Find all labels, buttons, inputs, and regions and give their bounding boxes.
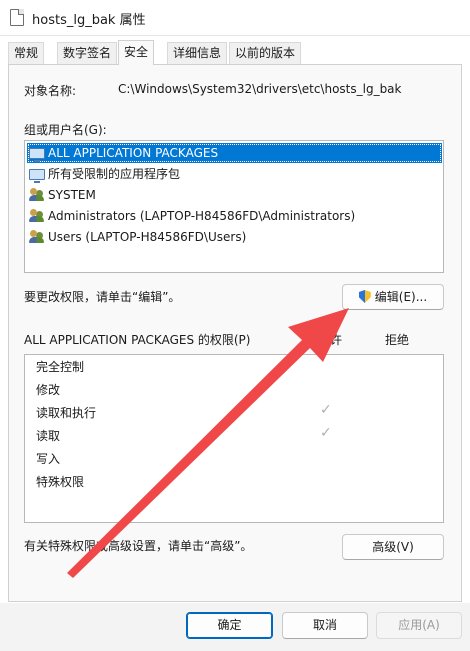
- tab-previous-versions[interactable]: 以前的版本: [229, 42, 302, 64]
- list-item-label: 所有受限制的应用程序包: [48, 167, 181, 181]
- tab-general[interactable]: 常规: [8, 42, 45, 64]
- list-item-label: ALL APPLICATION PACKAGES: [48, 146, 219, 160]
- allow-check-icon: ✓: [320, 402, 332, 418]
- permission-modify: 修改: [36, 383, 61, 397]
- deny-column-header: 拒绝: [385, 333, 410, 347]
- tab-strip: 常规 数字签名 安全 详细信息 以前的版本: [8, 40, 462, 65]
- ok-button[interactable]: 确定: [186, 612, 273, 639]
- list-item-restricted-app-packages[interactable]: 所有受限制的应用程序包: [29, 164, 180, 184]
- list-item-label: Administrators (LAPTOP-H84586FD\Administ…: [48, 209, 356, 223]
- tab-details[interactable]: 详细信息: [167, 42, 228, 64]
- list-item-all-app-packages[interactable]: ALL APPLICATION PACKAGES: [27, 143, 442, 163]
- tab-security[interactable]: 安全: [118, 40, 155, 65]
- advanced-hint: 有关特殊权限或高级设置，请单击“高级”。: [24, 539, 253, 553]
- tab-digital-signatures[interactable]: 数字签名: [57, 42, 118, 64]
- group-user-label: 组或用户名(G):: [24, 123, 107, 137]
- permissions-list: 完全控制 修改 读取和执行 ✓ 读取 ✓ 写入 特殊权限: [24, 354, 444, 523]
- list-item-administrators[interactable]: Administrators (LAPTOP-H84586FD\Administ…: [29, 206, 355, 226]
- object-name-value: C:\Windows\System32\drivers\etc\hosts_lg…: [118, 82, 402, 96]
- allow-column-header: 允许: [318, 333, 343, 347]
- list-item-users[interactable]: Users (LAPTOP-H84586FD\Users): [29, 227, 246, 247]
- permission-write: 写入: [36, 452, 61, 466]
- apply-button[interactable]: 应用(A): [376, 612, 462, 639]
- object-name-label: 对象名称:: [24, 84, 77, 98]
- edit-button-label: 编辑(E)...: [374, 290, 428, 304]
- users-group-icon: [29, 187, 45, 201]
- users-group-icon: [29, 229, 45, 243]
- advanced-button[interactable]: 高级(V): [342, 534, 444, 560]
- file-icon: [10, 9, 24, 26]
- permission-read-execute: 读取和执行: [36, 406, 97, 420]
- permission-read: 读取: [36, 429, 61, 443]
- change-permissions-hint: 要更改权限，请单击“编辑”。: [24, 290, 181, 304]
- app-packages-icon: [29, 169, 45, 183]
- edit-button[interactable]: 编辑(E)...: [342, 284, 444, 310]
- list-item-label: Users (LAPTOP-H84586FD\Users): [48, 230, 247, 244]
- list-item-system[interactable]: SYSTEM: [29, 185, 96, 205]
- list-item-label: SYSTEM: [48, 188, 96, 202]
- app-packages-icon: [29, 148, 45, 162]
- permissions-label: ALL APPLICATION PACKAGES 的权限(P): [24, 333, 251, 347]
- permission-special: 特殊权限: [36, 475, 85, 489]
- title-bar: hosts_lg_bak 属性: [0, 0, 470, 36]
- window-title: hosts_lg_bak 属性: [32, 13, 146, 28]
- uac-shield-icon: [358, 290, 371, 303]
- permission-full-control: 完全控制: [36, 360, 85, 374]
- group-user-list[interactable]: ALL APPLICATION PACKAGES 所有受限制的应用程序包 SYS…: [24, 140, 444, 273]
- allow-check-icon: ✓: [320, 425, 332, 441]
- cancel-button[interactable]: 取消: [282, 612, 368, 639]
- users-group-icon: [29, 208, 45, 222]
